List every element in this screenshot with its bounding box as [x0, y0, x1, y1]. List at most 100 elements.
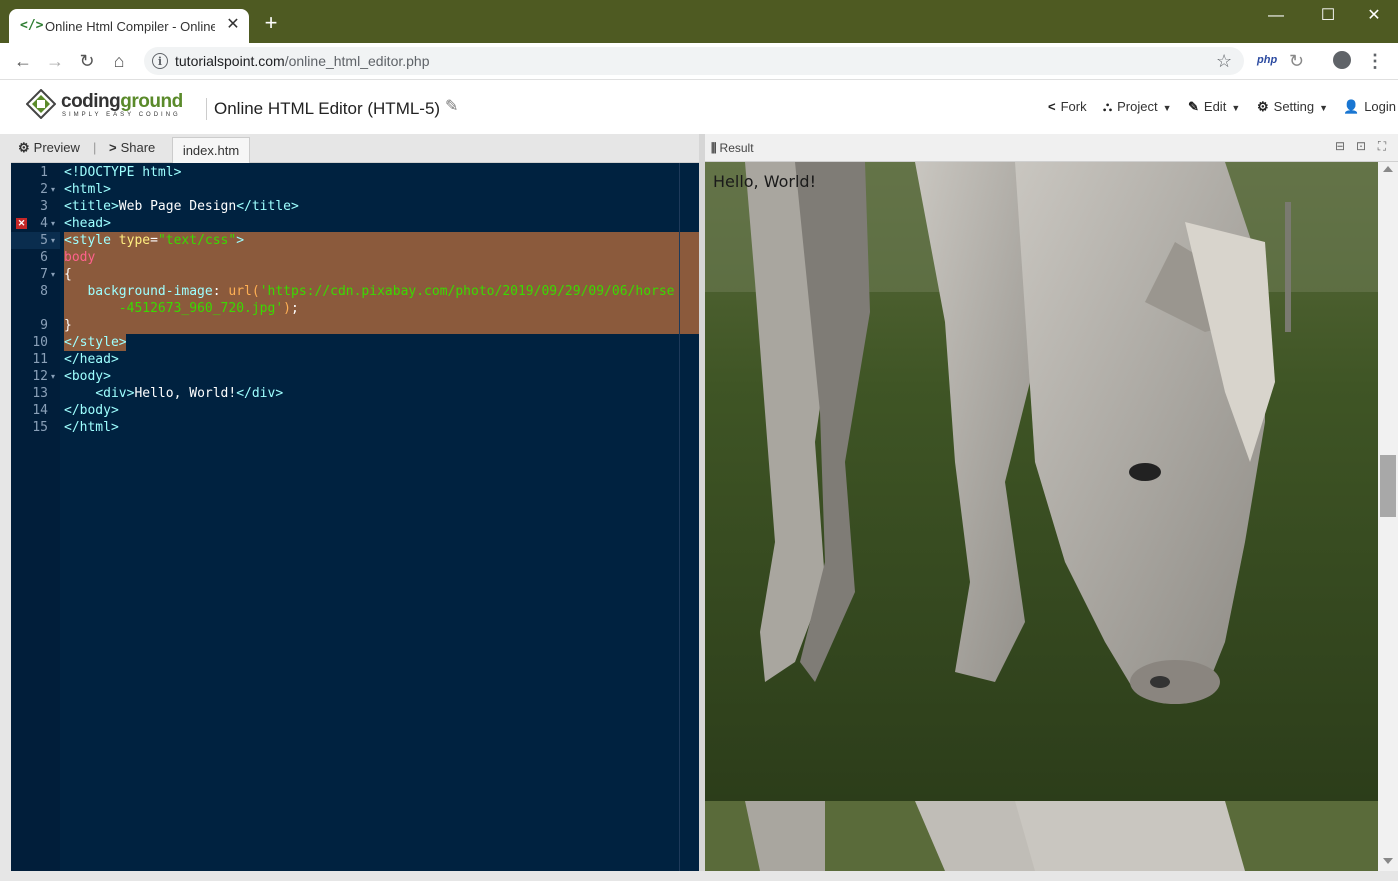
code-line[interactable]: }	[64, 317, 72, 334]
fork-button[interactable]: < Fork	[1048, 98, 1087, 116]
code-line[interactable]: {	[64, 266, 72, 283]
code-line[interactable]: <html>	[64, 181, 111, 198]
project-menu[interactable]: ⛬ Project ▼	[1103, 98, 1172, 116]
scroll-down-icon[interactable]	[1383, 858, 1393, 864]
code-token: ;	[291, 301, 299, 316]
logo-text[interactable]: codingground	[61, 91, 183, 113]
fold-toggle[interactable]: ▾	[51, 368, 55, 385]
setting-label: Setting	[1273, 99, 1315, 114]
info-icon[interactable]: i	[152, 53, 168, 69]
star-icon[interactable]: ☆	[1216, 50, 1232, 72]
file-tab-index[interactable]: index.htm	[172, 137, 250, 163]
line-number: 10	[32, 335, 48, 350]
code-line[interactable]: <head>	[64, 215, 111, 232]
project-label: Project	[1117, 99, 1158, 114]
code-line[interactable]: <title>Web Page Design</title>	[64, 198, 299, 215]
code-line[interactable]: body	[64, 249, 95, 266]
fold-toggle[interactable]: ▾	[51, 215, 55, 232]
fold-toggle[interactable]: ▾	[51, 232, 55, 249]
address-bar[interactable]: i tutorialspoint.com/online_html_editor.…	[144, 47, 1244, 75]
code-token: <title>	[64, 199, 119, 214]
login-button[interactable]: 👤 Login	[1343, 98, 1396, 116]
logo-tagline: SIMPLY EASY CODING	[62, 112, 181, 118]
fold-toggle[interactable]: ▾	[51, 266, 55, 283]
code-token: <html>	[64, 182, 111, 197]
scroll-up-icon[interactable]	[1383, 166, 1393, 172]
edit-menu[interactable]: ✎ Edit ▼	[1188, 98, 1240, 116]
gear-icon: ⚙	[18, 140, 30, 155]
code-line[interactable]: </head>	[64, 351, 119, 368]
home-icon[interactable]: ⌂	[108, 50, 130, 72]
php-extension-icon[interactable]: php	[1257, 54, 1277, 66]
line-number: 11	[32, 352, 48, 367]
preview-button[interactable]: ⚙ Preview	[18, 140, 80, 156]
code-token: </html>	[64, 420, 119, 435]
code-token: </style>	[64, 335, 127, 350]
code-line[interactable]: -4512673_960_720.jpg');	[64, 300, 299, 317]
edit-icon: ✎	[1188, 99, 1199, 114]
line-number: 4	[40, 216, 48, 231]
code-token: :	[212, 284, 229, 299]
reload-icon[interactable]: ↻	[76, 50, 98, 72]
code-token: type	[118, 233, 151, 248]
code-token: )	[283, 301, 291, 316]
fold-toggle[interactable]: ▾	[51, 181, 55, 198]
restore-icon[interactable]: ⊡	[1354, 139, 1368, 153]
back-icon[interactable]: ←	[12, 50, 34, 72]
share-label: Share	[120, 140, 156, 155]
code-token: <style	[64, 233, 119, 248]
share-button[interactable]: > Share	[109, 140, 155, 156]
new-tab-button[interactable]: +	[261, 12, 281, 34]
code-line[interactable]: </html>	[64, 419, 119, 436]
edit-title-icon[interactable]: ✎	[445, 96, 458, 116]
left-edge	[0, 134, 11, 871]
code-token: >	[236, 233, 245, 248]
profile-icon[interactable]	[1333, 51, 1351, 69]
result-frame[interactable]: Hello, World!	[705, 162, 1378, 871]
code-line[interactable]: <body>	[64, 368, 111, 385]
scrollbar-thumb[interactable]	[1380, 455, 1396, 517]
line-number: 5	[40, 233, 48, 248]
preview-label: Preview	[33, 140, 80, 155]
extension-reload-icon[interactable]: ↻	[1289, 50, 1304, 72]
minimize-button[interactable]: —	[1261, 6, 1291, 26]
tab-close-icon[interactable]: ✕	[223, 15, 243, 35]
app-header: codingground SIMPLY EASY CODING Online H…	[0, 79, 1398, 134]
edit-label: Edit	[1203, 99, 1227, 114]
line-number: 6	[40, 250, 48, 265]
line-number: 15	[32, 420, 48, 435]
code-token: </body>	[64, 403, 119, 418]
gear-icon: ⚙	[1257, 99, 1269, 114]
code-line[interactable]: <style type="text/css">	[64, 232, 244, 249]
maximize-button[interactable]: ☐	[1313, 6, 1343, 26]
url-text[interactable]: tutorialspoint.com/online_html_editor.ph…	[175, 53, 430, 69]
forward-icon[interactable]: →	[44, 50, 66, 72]
close-window-button[interactable]: ✕	[1359, 6, 1389, 26]
code-line[interactable]: </style>	[64, 334, 127, 351]
menu-icon[interactable]: ⋮	[1366, 50, 1384, 72]
collapse-icon[interactable]: ⊟	[1333, 139, 1347, 153]
fork-icon: <	[1048, 99, 1056, 114]
fullscreen-icon[interactable]: ⛶	[1375, 139, 1389, 153]
chart-icon: ⫼	[711, 141, 717, 155]
code-token: <div>	[95, 386, 135, 401]
project-icon: ⛬	[1103, 99, 1113, 114]
code-line[interactable]: <div>Hello, World!</div>	[64, 385, 283, 402]
code-line[interactable]: </body>	[64, 402, 119, 419]
code-editor[interactable]: ✕ 1 2 3 4 5 6 7 8 9 10 11 12 13 14 15 ▾ …	[11, 163, 699, 871]
browser-tab[interactable]: </> Online Html Compiler - Online H ✕	[9, 9, 249, 43]
browser-toolbar: ← → ↻ ⌂ i tutorialspoint.com/online_html…	[0, 43, 1398, 79]
code-line[interactable]: <!DOCTYPE html>	[64, 164, 181, 181]
horse-photo	[705, 162, 1378, 801]
code-token: url(	[228, 284, 260, 299]
code-token: {	[64, 267, 72, 282]
code-line[interactable]: background-image: url('https://cdn.pixab…	[64, 283, 674, 300]
user-icon: 👤	[1343, 99, 1360, 114]
setting-menu[interactable]: ⚙ Setting ▼	[1257, 98, 1328, 116]
line-number: 2	[40, 182, 48, 197]
result-label: ⫼ Result	[711, 140, 754, 156]
url-host: tutorialspoint.com	[175, 53, 285, 69]
code-token: background-image	[87, 284, 213, 299]
